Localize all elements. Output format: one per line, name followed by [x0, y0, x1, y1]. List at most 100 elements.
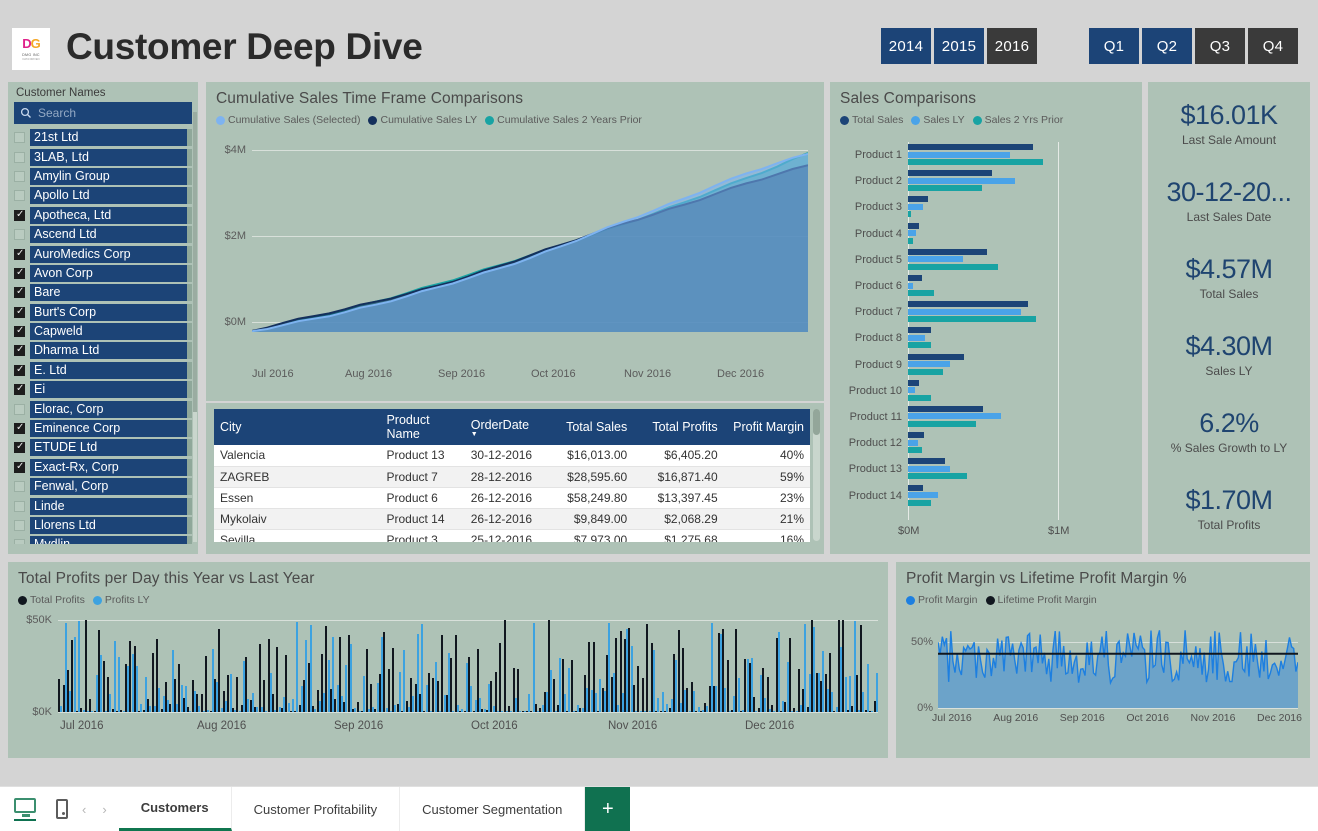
customer-list-item[interactable]: Ascend Ltd [14, 225, 192, 244]
quarter-button-q1[interactable]: Q1 [1089, 28, 1139, 64]
quarter-slicer[interactable]: Q1 Q2 Q3 Q4 [1089, 28, 1298, 64]
comparison-legend-item[interactable]: Sales 2 Yrs Prior [972, 114, 1063, 126]
comparison-bar-sales-2-yrs-prior[interactable] [908, 290, 935, 297]
table-col-header-profit-margin[interactable]: Profit Margin [723, 409, 810, 445]
kpi-card-total-profits[interactable]: $1.70M Total Profits [1148, 485, 1310, 532]
customer-checkbox[interactable] [14, 344, 25, 357]
customer-checkbox[interactable] [14, 500, 25, 512]
quarter-button-q3[interactable]: Q3 [1195, 28, 1245, 64]
customer-names-slicer[interactable]: Customer Names Search 21st Ltd 3LAB, Ltd A… [8, 82, 198, 554]
add-page-button[interactable]: + [585, 787, 631, 831]
customer-checkbox[interactable] [14, 248, 25, 260]
year-button-2016[interactable]: 2016 [987, 28, 1037, 64]
kpi-card-total-sales[interactable]: $4.57M Total Sales [1148, 254, 1310, 301]
margin-legend-item[interactable]: Lifetime Profit Margin [985, 594, 1097, 606]
table-row[interactable]: Essen Product 6 26-12-2016 $58,249.80 $13,39… [214, 487, 810, 509]
profits-legend-item[interactable]: Total Profits [18, 594, 85, 606]
year-button-2015[interactable]: 2015 [934, 28, 984, 64]
customer-list-item[interactable]: Dharma Ltd [14, 341, 192, 360]
table-col-header-total-profits[interactable]: Total Profits [633, 409, 724, 445]
comparison-bar-sales-ly[interactable] [908, 334, 926, 341]
next-page-arrow[interactable]: › [102, 802, 106, 817]
comparison-bar-total-sales[interactable] [908, 353, 965, 360]
comparison-bar-total-sales[interactable] [908, 170, 992, 177]
comparison-bar-sales-ly[interactable] [908, 282, 913, 289]
cumulative-chart-legend[interactable]: Cumulative Sales (Selected) Cumulative Sa… [206, 108, 824, 126]
comparison-bar-sales-ly[interactable] [908, 492, 938, 499]
quarter-button-q2[interactable]: Q2 [1142, 28, 1192, 64]
customer-list[interactable]: 21st Ltd3LAB, LtdAmylin GroupApollo LtdA… [14, 128, 192, 544]
customer-checkbox[interactable] [14, 229, 25, 241]
customer-checkbox[interactable] [14, 170, 25, 182]
customer-checkbox[interactable] [14, 520, 25, 531]
comparison-bar-total-sales[interactable] [908, 222, 919, 229]
customer-checkbox[interactable] [14, 286, 25, 299]
table-header-row[interactable]: City Product Name OrderDate ▼ Total Sales Tot… [214, 409, 810, 445]
table-col-header-total-sales[interactable]: Total Sales [548, 409, 634, 445]
customer-checkbox[interactable] [14, 306, 25, 318]
year-button-2014[interactable]: 2014 [881, 28, 931, 64]
comparison-bar-sales-ly[interactable] [908, 230, 916, 237]
quarter-button-q4[interactable]: Q4 [1248, 28, 1298, 64]
comparison-legend-item[interactable]: Total Sales [840, 114, 903, 126]
customer-checkbox[interactable] [14, 151, 25, 163]
comparison-bar-sales-ly[interactable] [908, 177, 1016, 184]
customer-checkbox[interactable] [14, 422, 25, 435]
page-tab-customer-segmentation[interactable]: Customer Segmentation [400, 787, 586, 831]
comparison-bar-total-sales[interactable] [908, 458, 945, 465]
cumulative-legend-item[interactable]: Cumulative Sales LY [368, 114, 477, 126]
sales-detail-table[interactable]: City Product Name OrderDate ▼ Total Sales Tot… [206, 403, 824, 554]
customer-checkbox[interactable] [14, 481, 25, 493]
customer-checkbox[interactable] [14, 461, 25, 473]
customer-list-item[interactable]: 21st Ltd [14, 128, 192, 147]
comparison-bar-sales-ly[interactable] [908, 151, 1010, 158]
comparison-bar-sales-2-yrs-prior[interactable] [908, 211, 911, 218]
comparison-bar-total-sales[interactable] [908, 484, 923, 491]
customer-checkbox[interactable] [14, 383, 25, 396]
customer-list-item[interactable]: Avon Corp [14, 264, 192, 283]
cumulative-legend-item[interactable]: Cumulative Sales (Selected) [216, 114, 360, 126]
customer-checkbox[interactable] [14, 539, 25, 544]
comparison-bar-total-sales[interactable] [908, 327, 932, 334]
customer-list-item[interactable]: Burt's Corp [14, 303, 192, 322]
view-mode-icons[interactable] [0, 787, 82, 831]
kpi-card-last-sales-date[interactable]: 30-12-20... Last Sales Date [1148, 177, 1310, 224]
customer-checkbox[interactable] [14, 190, 25, 202]
comparison-bar-total-sales[interactable] [908, 301, 1028, 308]
mobile-view-icon[interactable] [56, 799, 68, 819]
profits-legend-item[interactable]: Profits LY [92, 594, 150, 606]
comparison-bar-sales-2-yrs-prior[interactable] [908, 499, 932, 506]
detail-table[interactable]: City Product Name OrderDate ▼ Total Sales Tot… [214, 409, 810, 542]
customer-list-item[interactable]: Amylin Group [14, 167, 192, 186]
slicer-scrollbar[interactable] [193, 112, 197, 542]
comparison-bar-sales-ly[interactable] [908, 308, 1021, 315]
page-tab-customers[interactable]: Customers [118, 787, 232, 831]
customer-list-item[interactable]: Llorens Ltd [14, 516, 192, 535]
kpi-card-last-sale-amount[interactable]: $16.01K Last Sale Amount [1148, 100, 1310, 147]
table-col-header-city[interactable]: City [214, 409, 381, 445]
customer-list-item[interactable]: Fenwal, Corp [14, 477, 192, 496]
comparison-bar-total-sales[interactable] [908, 379, 920, 386]
customer-list-item[interactable]: AuroMedics Corp [14, 244, 192, 263]
search-input[interactable]: Search [14, 102, 192, 124]
comparison-bar-total-sales[interactable] [908, 405, 983, 412]
customer-list-item[interactable]: Elorac, Corp [14, 399, 192, 418]
customer-list-item[interactable]: Bare [14, 283, 192, 302]
table-col-header-orderdate[interactable]: OrderDate ▼ [464, 409, 549, 445]
customer-checkbox[interactable] [14, 132, 25, 144]
page-nav-arrows[interactable]: ‹ › [82, 787, 119, 831]
year-slicer[interactable]: 2014 2015 2016 [881, 28, 1037, 64]
table-scrollbar[interactable] [813, 409, 820, 541]
customer-list-item[interactable]: Mydlin [14, 535, 192, 544]
customer-list-item[interactable]: Capweld [14, 322, 192, 341]
customer-list-item[interactable]: Ei [14, 380, 192, 399]
comparison-bar-sales-ly[interactable] [908, 439, 918, 446]
customer-list-item[interactable]: E. Ltd [14, 361, 192, 380]
comparison-bar-sales-ly[interactable] [908, 256, 963, 263]
comparison-bar-sales-ly[interactable] [908, 361, 950, 368]
comparison-bar-total-sales[interactable] [908, 196, 928, 203]
table-col-header-product-name[interactable]: Product Name [380, 409, 465, 445]
desktop-view-icon[interactable] [14, 798, 38, 821]
comparison-bar-sales-2-yrs-prior[interactable] [908, 447, 922, 454]
customer-checkbox[interactable] [14, 403, 25, 415]
